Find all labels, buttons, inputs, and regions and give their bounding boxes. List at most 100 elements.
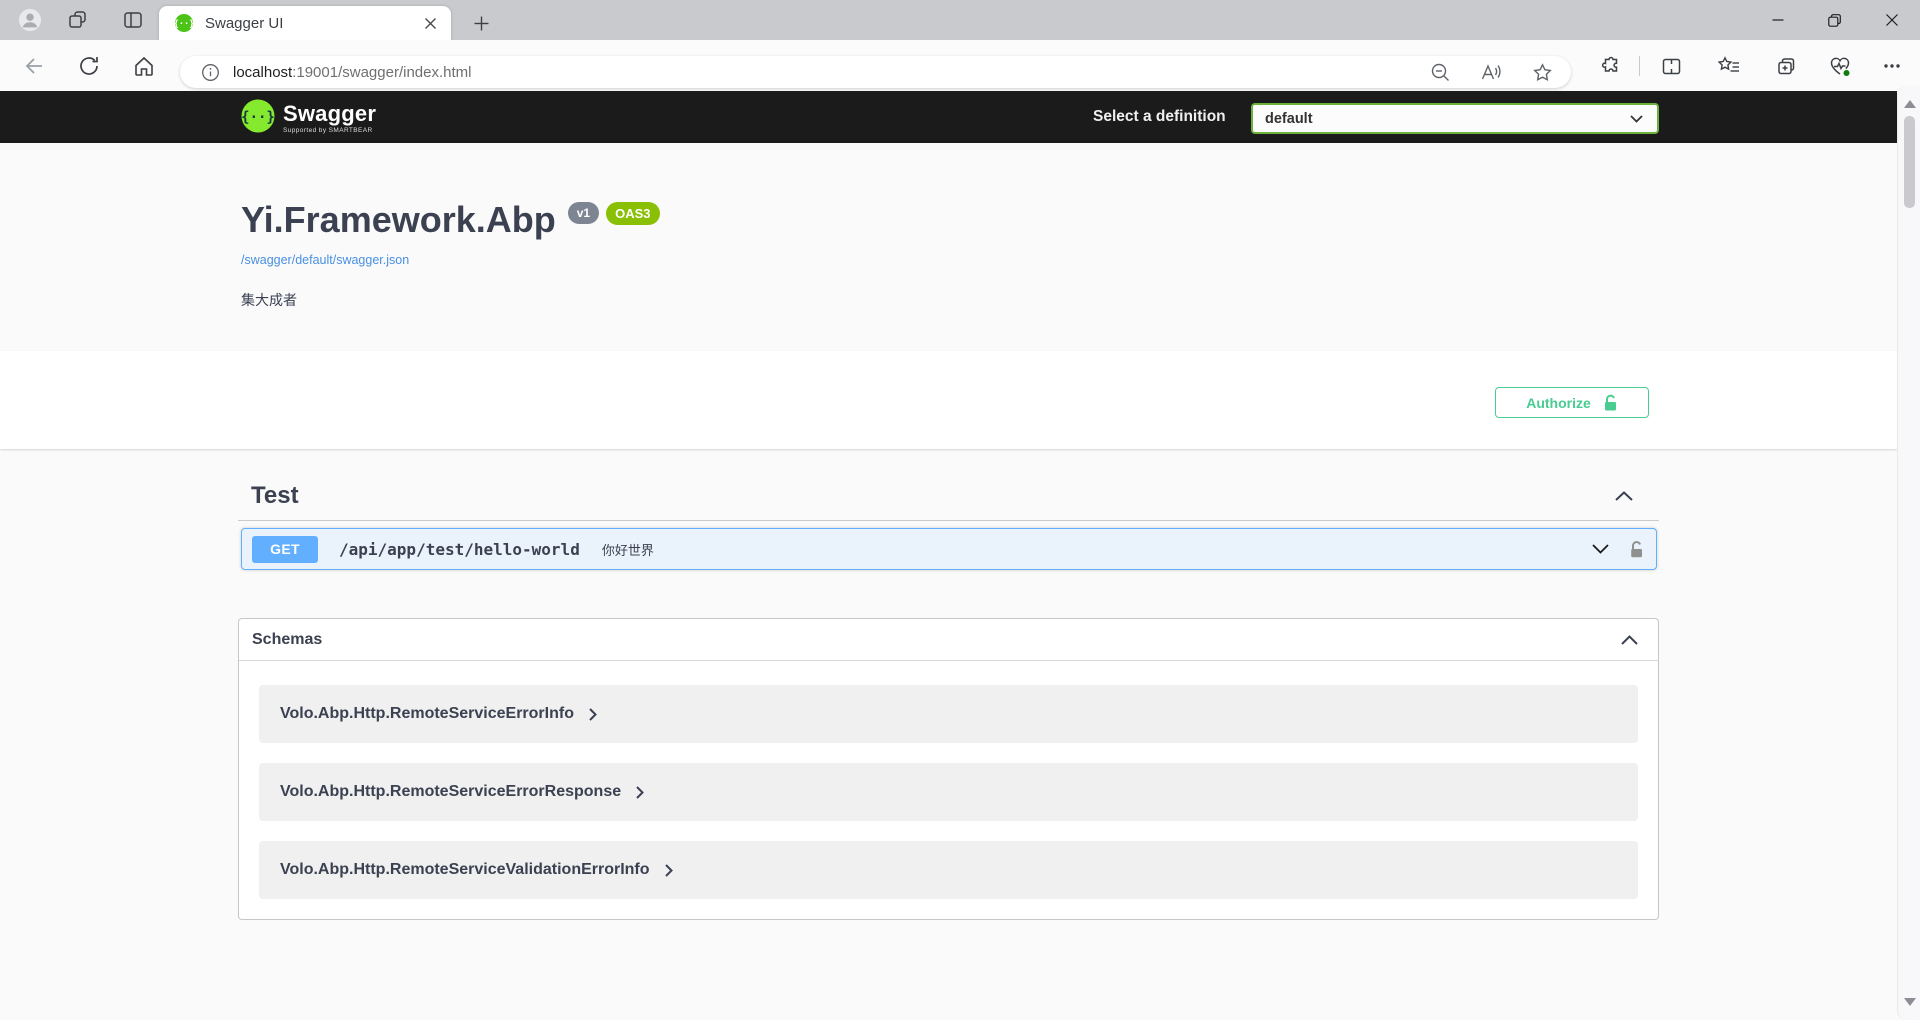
svg-text:{··}: {··} (241, 110, 275, 126)
minimize-icon (1772, 14, 1784, 26)
swagger-logo-icon: {··} (241, 99, 275, 133)
workspaces-icon (67, 9, 89, 31)
brand-subtitle: Supported by SMARTBEAR (283, 127, 376, 134)
chevron-right-icon[interactable] (665, 864, 673, 877)
close-icon (425, 18, 436, 29)
site-info-icon[interactable] (202, 64, 219, 81)
new-tab-button[interactable] (466, 9, 496, 37)
page-scrollbar[interactable] (1897, 86, 1920, 1020)
home-button[interactable] (132, 54, 156, 78)
schemas-title: Schemas (252, 631, 322, 649)
operation-path: /api/app/test/hello-world (339, 540, 580, 559)
tag-title: Test (251, 483, 299, 509)
restore-icon (1828, 14, 1841, 27)
authorize-label: Authorize (1526, 395, 1591, 411)
swagger-brand: {··} Swagger Supported by SMARTBEAR (241, 99, 376, 134)
spec-json-link[interactable]: /swagger/default/swagger.json (241, 253, 409, 267)
chevron-right-icon[interactable] (589, 708, 597, 721)
swagger-topbar: {··} Swagger Supported by SMARTBEAR Sele… (0, 91, 1897, 143)
api-title: Yi.Framework.Abp (241, 200, 556, 240)
url-text: localhost:19001/swagger/index.html (233, 64, 471, 81)
chevron-down-icon (1630, 115, 1643, 123)
home-icon (133, 55, 155, 77)
collections-icon (1776, 56, 1797, 77)
schemas-section: Schemas Volo.Abp.Http.RemoteServiceError… (238, 618, 1659, 920)
extensions-puzzle-icon (1601, 56, 1622, 77)
favorites-button[interactable] (1717, 54, 1741, 78)
brand-name: Swagger (283, 99, 376, 129)
swagger-favicon: {··} (175, 14, 193, 32)
scheme-container: Authorize (0, 351, 1897, 449)
model-row-remote-service-error-info[interactable]: Volo.Abp.Http.RemoteServiceErrorInfo (259, 685, 1638, 743)
zoom-out-icon (1431, 63, 1450, 82)
api-description: 集大成者 (241, 290, 297, 310)
triangle-down-icon (1904, 998, 1916, 1006)
model-name: Volo.Abp.Http.RemoteServiceErrorResponse (280, 783, 621, 801)
address-bar[interactable]: localhost:19001/swagger/index.html (180, 56, 1571, 88)
operation-get-hello-world[interactable]: GET /api/app/test/hello-world 你好世界 (241, 528, 1657, 570)
ellipsis-icon (1883, 63, 1901, 69)
back-arrow-icon (22, 55, 44, 77)
tab-title: Swagger UI (205, 15, 419, 32)
window-controls (1749, 0, 1920, 40)
chevron-up-icon[interactable] (1621, 635, 1638, 645)
scroll-up-button[interactable] (1898, 94, 1920, 114)
unlock-icon (1603, 394, 1618, 411)
definition-select[interactable]: default (1251, 103, 1659, 134)
scrollbar-thumb[interactable] (1904, 116, 1915, 208)
model-name: Volo.Abp.Http.RemoteServiceValidationErr… (280, 861, 650, 879)
model-row-remote-service-validation-error-info[interactable]: Volo.Abp.Http.RemoteServiceValidationErr… (259, 841, 1638, 899)
svg-text:{··}: {··} (175, 20, 193, 30)
tab-strip: {··} Swagger UI (0, 0, 1920, 40)
tag-section-header-test[interactable]: Test (238, 483, 1659, 521)
selected-definition: default (1265, 111, 1630, 127)
authorize-button[interactable]: Authorize (1495, 387, 1649, 418)
avatar-icon (18, 7, 42, 33)
browser-essentials-icon (1829, 56, 1851, 77)
reload-button[interactable] (77, 54, 101, 78)
read-aloud-button[interactable] (1481, 62, 1501, 82)
settings-more-button[interactable] (1880, 54, 1904, 78)
star-icon (1533, 63, 1552, 82)
model-row-remote-service-error-response[interactable]: Volo.Abp.Http.RemoteServiceErrorResponse (259, 763, 1638, 821)
close-window-button[interactable] (1863, 0, 1920, 40)
split-screen-icon (1661, 56, 1682, 77)
toolbar-separator (1639, 56, 1640, 76)
restore-button[interactable] (1806, 0, 1863, 40)
profile-avatar[interactable] (18, 8, 42, 32)
close-icon (1886, 14, 1898, 26)
tab-actions-button[interactable] (121, 8, 145, 32)
browser-tab-swagger-ui[interactable]: {··} Swagger UI (159, 6, 451, 40)
favorites-star-list-icon (1718, 56, 1740, 76)
tab-actions-icon (122, 9, 144, 31)
browser-essentials-button[interactable] (1828, 54, 1852, 78)
browser-toolbar: localhost:19001/swagger/index.html (0, 40, 1920, 91)
select-definition-label: Select a definition (1093, 108, 1226, 126)
operation-description: 你好世界 (602, 540, 654, 559)
address-bar-actions (1430, 62, 1571, 82)
extensions-button[interactable] (1599, 54, 1623, 78)
tab-close-button[interactable] (419, 12, 441, 34)
oas-badge: OAS3 (606, 202, 659, 225)
schemas-header[interactable]: Schemas (239, 619, 1658, 661)
plus-icon (474, 16, 489, 31)
split-screen-button[interactable] (1659, 54, 1683, 78)
scroll-down-button[interactable] (1898, 992, 1920, 1012)
api-main: Test GET /api/app/test/hello-world 你好世界 (238, 449, 1659, 920)
workspaces-button[interactable] (66, 8, 90, 32)
minimize-button[interactable] (1749, 0, 1806, 40)
triangle-up-icon (1904, 100, 1916, 108)
browser-window: {··} Swagger UI (0, 0, 1920, 1020)
api-info-section: Yi.Framework.Abp v1 OAS3 /swagger/defaul… (0, 143, 1897, 351)
url-host: localhost (233, 64, 292, 81)
schemas-body: Volo.Abp.Http.RemoteServiceErrorInfo Vol… (239, 661, 1658, 919)
auth-lock-icon[interactable] (1629, 540, 1644, 558)
favorite-star-button[interactable] (1532, 62, 1552, 82)
zoom-out-button[interactable] (1430, 62, 1450, 82)
collections-button[interactable] (1774, 54, 1798, 78)
chevron-up-icon[interactable] (1615, 491, 1633, 501)
chevron-down-icon[interactable] (1592, 544, 1609, 554)
back-button[interactable] (21, 54, 45, 78)
model-name: Volo.Abp.Http.RemoteServiceErrorInfo (280, 705, 574, 723)
chevron-right-icon[interactable] (636, 786, 644, 799)
